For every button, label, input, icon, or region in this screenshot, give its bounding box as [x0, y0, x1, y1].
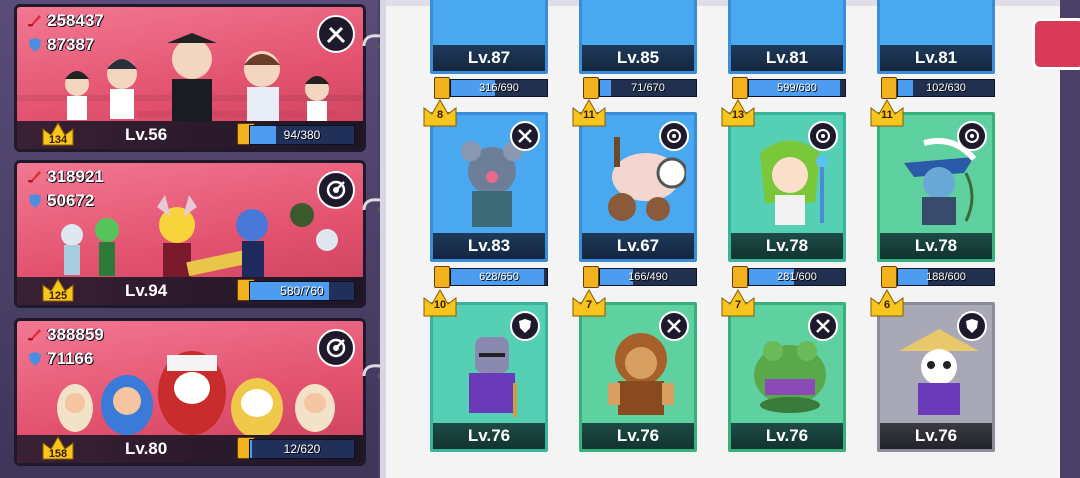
hero-level: Lv.85 [582, 45, 694, 71]
star-rank-icon: 6 [869, 288, 905, 318]
attack-value: 258437 [47, 11, 104, 30]
hero-shard-progress: 281/600 [728, 266, 846, 288]
hero-card[interactable]: Lv.87 [430, 0, 548, 76]
hero-level: Lv.76 [880, 423, 992, 449]
team-card[interactable]: 318921 50672 125 Lv.94 580/760 [14, 160, 366, 308]
shield-icon [957, 311, 987, 341]
team-xp-bar: 12/620 [249, 439, 355, 459]
shield-icon [510, 311, 540, 341]
defense-stat: 71166 [27, 349, 93, 369]
sword-icon [28, 15, 41, 27]
hero-card[interactable]: Lv.81 [728, 0, 846, 76]
ranged-icon [659, 121, 689, 151]
defense-value: 50672 [47, 191, 95, 210]
ranged-icon[interactable] [317, 171, 355, 209]
team-level: Lv.94 [125, 281, 168, 300]
hero-card-knight[interactable]: Lv.76 10 [423, 288, 548, 454]
card-icon [583, 266, 599, 288]
hero-level: Lv.76 [582, 423, 694, 449]
team-card[interactable]: 258437 87387 134 Lv.56 94/380 [14, 4, 366, 152]
attack-stat: 258437 [27, 11, 104, 31]
star-rank-icon: 11 [869, 98, 905, 128]
defense-stat: 50672 [27, 191, 94, 211]
melee-icon [659, 311, 689, 341]
team-level: Lv.56 [125, 125, 168, 144]
team-level: Lv.80 [125, 439, 168, 458]
shield-icon [29, 352, 41, 366]
star-rank-icon: 7 [720, 288, 756, 318]
hero-card-archer[interactable]: Lv.78 11 [870, 98, 995, 264]
melee-icon [510, 121, 540, 151]
hero-level: Lv.67 [582, 233, 694, 259]
crown-icon: 134 [41, 121, 75, 147]
ranged-icon [957, 121, 987, 151]
star-rank-icon: 10 [422, 288, 458, 318]
attack-stat: 388859 [27, 325, 104, 345]
hero-card-cannon[interactable]: Lv.67 11 [572, 98, 697, 264]
team-xp-text: 94/380 [283, 128, 321, 142]
star-rank-icon: 11 [571, 98, 607, 128]
team-rank: 125 [48, 290, 68, 302]
star-rank-icon: 8 [422, 98, 458, 128]
team-xp-bar: 580/760 [249, 281, 355, 301]
hero-card[interactable]: Lv.81 [877, 0, 995, 76]
team-xp-bar: 94/380 [249, 125, 355, 145]
attack-value: 388859 [47, 325, 104, 344]
melee-icon [808, 311, 838, 341]
sword-icon [28, 171, 41, 183]
card-icon [583, 77, 599, 99]
hero-card-panda[interactable]: Lv.76 6 [870, 288, 995, 454]
hero-level: Lv.87 [433, 45, 545, 71]
shield-icon [29, 194, 41, 208]
hero-level: Lv.76 [433, 423, 545, 449]
team-card[interactable]: 388859 71166 158 Lv.80 12/620 [14, 318, 366, 466]
close-tab-button[interactable] [1032, 18, 1080, 70]
team-rank: 158 [48, 448, 68, 460]
hero-shard-progress: 316/690 [430, 77, 548, 99]
sword-icon [28, 329, 41, 341]
card-icon [434, 266, 450, 288]
hero-card-rat[interactable]: Lv.83 8 [423, 98, 548, 264]
team-rank: 134 [48, 134, 68, 146]
hero-shard-progress: 599/630 [728, 77, 846, 99]
hero-level: Lv.83 [433, 233, 545, 259]
team-xp-text: 12/620 [283, 442, 321, 456]
defense-stat: 87387 [27, 35, 94, 55]
star-rank-icon: 7 [571, 288, 607, 318]
star-rank-icon: 13 [720, 98, 756, 128]
card-icon [732, 266, 748, 288]
hero-card-green-mage[interactable]: Lv.78 13 [721, 98, 846, 264]
hero-level: Lv.81 [731, 45, 843, 71]
hero-level: Lv.76 [731, 423, 843, 449]
ranged-icon [808, 121, 838, 151]
attack-stat: 318921 [27, 167, 104, 187]
hero-shard-progress: 628/650 [430, 266, 548, 288]
ranged-icon[interactable] [317, 329, 355, 367]
melee-icon[interactable] [317, 15, 355, 53]
defense-value: 87387 [47, 35, 95, 54]
card-icon [881, 266, 897, 288]
card-icon [881, 77, 897, 99]
shield-icon [29, 38, 41, 52]
hero-card[interactable]: Lv.85 [579, 0, 697, 76]
hero-level: Lv.78 [880, 233, 992, 259]
hero-shard-progress: 102/630 [877, 77, 995, 99]
defense-value: 71166 [47, 349, 94, 368]
hero-level: Lv.78 [731, 233, 843, 259]
hero-shard-progress: 71/670 [579, 77, 697, 99]
hero-shard-progress: 166/490 [579, 266, 697, 288]
crown-icon: 125 [41, 277, 75, 303]
card-icon [732, 77, 748, 99]
attack-value: 318921 [47, 167, 104, 186]
crown-icon: 158 [41, 435, 75, 461]
card-icon [434, 77, 450, 99]
team-xp-text: 580/760 [280, 284, 324, 298]
hero-level: Lv.81 [880, 45, 992, 71]
hero-card-lion[interactable]: Lv.76 7 [572, 288, 697, 454]
hero-card-frog[interactable]: Lv.76 7 [721, 288, 846, 454]
hero-shard-progress: 188/600 [877, 266, 995, 288]
